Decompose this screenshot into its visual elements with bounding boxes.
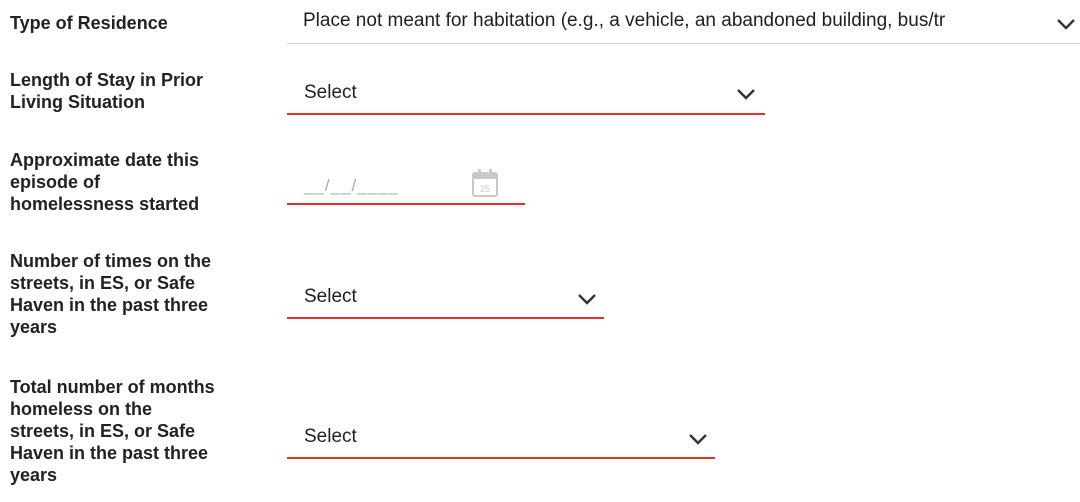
number-of-times-select[interactable]: Select xyxy=(287,274,604,319)
number-of-times-label: Number of times on the streets, in ES, o… xyxy=(10,250,211,338)
total-months-homeless-value: Select xyxy=(304,426,357,447)
length-of-stay-value: Select xyxy=(304,82,357,103)
type-of-residence-value: Place not meant for habitation (e.g., a … xyxy=(303,10,946,31)
homelessness-start-date-field[interactable]: __/__/____ 25 xyxy=(287,148,525,205)
label-line: homelessness started xyxy=(10,194,200,214)
type-of-residence-label: Type of Residence xyxy=(10,12,168,34)
label-line: Total number of months xyxy=(10,377,215,397)
label-line: Haven in the past three xyxy=(10,443,209,463)
homelessness-start-date-label: Approximate date this episode of homeles… xyxy=(10,149,199,215)
chevron-down-icon xyxy=(576,292,598,306)
type-of-residence-select[interactable]: Place not meant for habitation (e.g., a … xyxy=(287,0,1080,44)
number-of-times-value: Select xyxy=(304,286,357,307)
label-line: episode of xyxy=(10,172,101,192)
label-line: Type of Residence xyxy=(10,13,168,33)
label-line: Length of Stay in Prior xyxy=(10,70,204,90)
label-line: years xyxy=(10,317,58,337)
label-line: years xyxy=(10,465,58,485)
chevron-down-icon xyxy=(687,432,709,446)
date-input-mask[interactable]: __/__/____ xyxy=(304,176,399,196)
label-line: homeless on the xyxy=(10,399,153,419)
label-line: Approximate date this xyxy=(10,150,200,170)
calendar-icon[interactable]: 25 xyxy=(471,168,499,198)
calendar-day-text: 25 xyxy=(480,184,490,194)
label-line: Haven in the past three xyxy=(10,295,209,315)
chevron-down-icon xyxy=(1055,17,1077,31)
length-of-stay-select[interactable]: Select xyxy=(287,70,765,115)
total-months-homeless-label: Total number of months homeless on the s… xyxy=(10,376,215,486)
label-line: streets, in ES, or Safe xyxy=(10,421,196,441)
label-line: streets, in ES, or Safe xyxy=(10,273,196,293)
length-of-stay-label: Length of Stay in Prior Living Situation xyxy=(10,69,203,113)
label-line: Living Situation xyxy=(10,92,145,112)
chevron-down-icon xyxy=(735,87,757,101)
total-months-homeless-select[interactable]: Select xyxy=(287,414,715,459)
label-line: Number of times on the xyxy=(10,251,212,271)
